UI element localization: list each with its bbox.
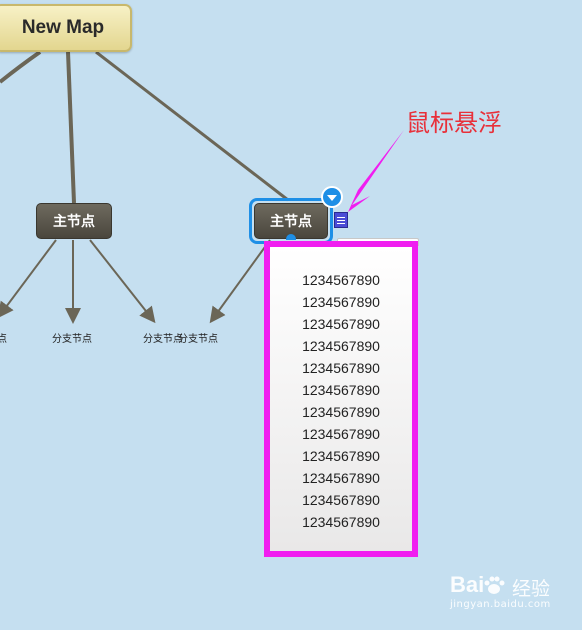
note-line: 1234567890 xyxy=(302,272,380,288)
note-line: 1234567890 xyxy=(302,316,380,332)
annotation-arrow xyxy=(348,130,404,212)
branch-node-label[interactable]: 分支节点 xyxy=(52,330,92,345)
root-connector xyxy=(95,50,289,202)
note-line: 1234567890 xyxy=(302,426,380,442)
annotation-label: 鼠标悬浮 xyxy=(406,109,502,137)
watermark-brand: Bai xyxy=(450,572,485,597)
note-popup: 1234567890 1234567890 1234567890 1234567… xyxy=(264,241,418,557)
connection-handle-icon[interactable] xyxy=(286,234,296,240)
branch-node-label[interactable]: 分支节点 xyxy=(178,330,218,345)
root-node[interactable]: New Map xyxy=(0,4,132,52)
branch-node-label[interactable]: 点 xyxy=(0,330,7,345)
note-line: 1234567890 xyxy=(302,338,380,354)
note-line: 1234567890 xyxy=(302,382,380,398)
paw-icon xyxy=(484,576,505,594)
branch-node-label[interactable]: 分支节点 xyxy=(143,330,183,345)
watermark-url: jingyan.baidu.com xyxy=(450,599,551,610)
main-node-label: 主节点 xyxy=(53,214,95,230)
root-connector xyxy=(0,50,42,84)
branch-connector xyxy=(209,239,271,324)
note-line: 1234567890 xyxy=(302,294,380,310)
main-node-label: 主节点 xyxy=(270,214,312,230)
note-line: 1234567890 xyxy=(302,470,380,486)
note-line: 1234567890 xyxy=(302,404,380,420)
note-line: 1234567890 xyxy=(302,360,380,376)
root-connector xyxy=(66,51,76,204)
note-line: 1234567890 xyxy=(302,492,380,508)
note-popup-content: 1234567890 1234567890 1234567890 1234567… xyxy=(270,269,412,533)
branch-connector xyxy=(89,239,156,324)
note-line: 1234567890 xyxy=(302,514,380,530)
note-icon[interactable] xyxy=(334,212,348,228)
note-line: 1234567890 xyxy=(302,448,380,464)
watermark-brand-suffix: 经验 xyxy=(512,578,551,600)
collapse-toggle-icon[interactable] xyxy=(321,186,343,208)
root-node-label: New Map xyxy=(21,17,105,38)
watermark: Bai 经验 jingyan.baidu.com xyxy=(450,572,576,622)
branch-connector xyxy=(0,239,57,319)
main-node-left[interactable]: 主节点 xyxy=(36,203,112,239)
